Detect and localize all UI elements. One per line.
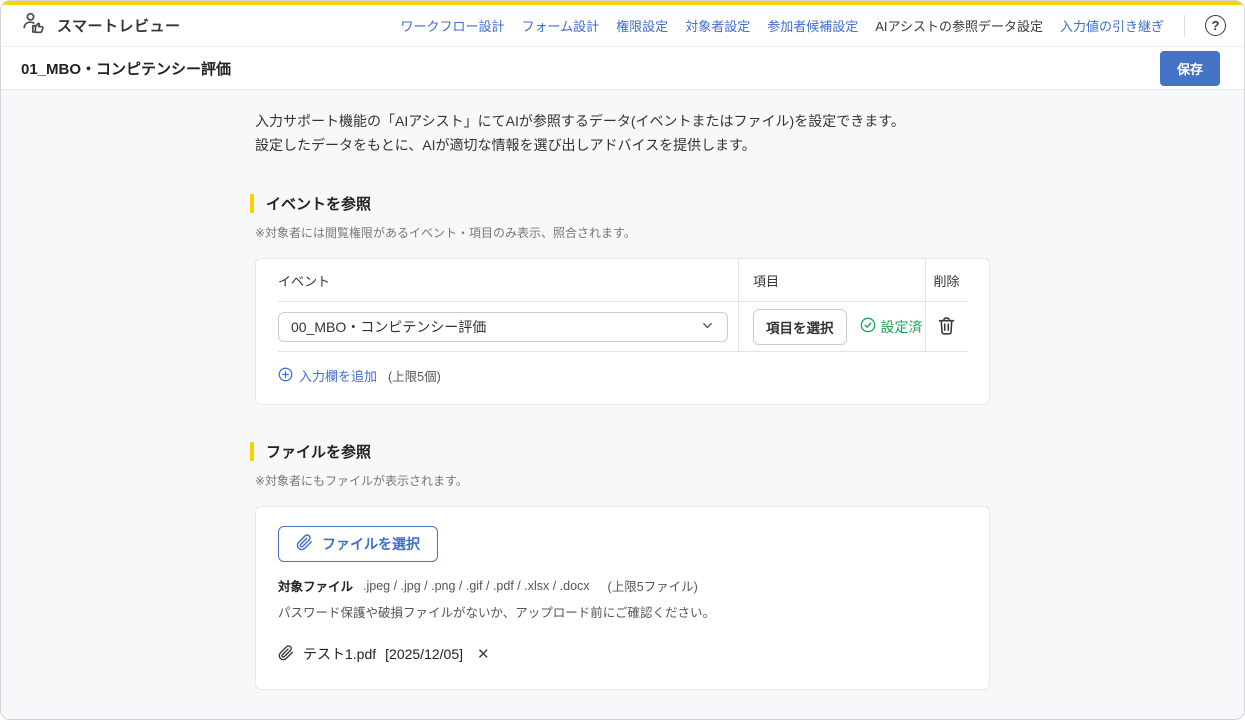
nav-permission-settings[interactable]: 権限設定 (616, 16, 668, 35)
allowed-extensions: .jpeg / .jpg / .png / .gif / .pdf / .xls… (363, 579, 590, 593)
file-reference-section: ファイルを参照 ※対象者にもファイルが表示されます。 ファイルを選択 対象ファイ… (255, 441, 990, 690)
uploaded-file-date: [2025/12/05] (385, 646, 463, 662)
nav-input-value-carryover[interactable]: 入力値の引き継ぎ (1060, 16, 1164, 35)
check-circle-icon (860, 317, 876, 336)
file-section-title: ファイルを参照 (266, 441, 371, 462)
nav-form-design[interactable]: フォーム設計 (522, 16, 600, 35)
event-select-value: 00_MBO・コンピテンシー評価 (291, 317, 486, 337)
file-warning-text: パスワード保護や破損ファイルがないか、アップロード前にご確認ください。 (278, 602, 967, 621)
nav-participant-candidate-settings[interactable]: 参加者候補設定 (767, 16, 858, 35)
status-badge: 設定済 (860, 317, 923, 337)
plus-circle-icon (278, 367, 293, 385)
event-cell: 00_MBO・コンピテンシー評価 (278, 302, 738, 351)
event-reference-section: イベントを参照 ※対象者には閲覧権限があるイベント・項目のみ表示、照合されます。… (255, 193, 990, 405)
file-types-line: 対象ファイル .jpeg / .jpg / .png / .gif / .pdf… (278, 576, 967, 595)
add-limit-text: (上限5個) (388, 366, 441, 385)
target-file-label: 対象ファイル (278, 576, 353, 595)
event-section-note: ※対象者には閲覧権限があるイベント・項目のみ表示、照合されます。 (255, 224, 990, 241)
remove-file-icon[interactable]: ✕ (477, 645, 490, 663)
uploaded-file-item: テスト1.pdf [2025/12/05] ✕ (278, 644, 967, 664)
status-label: 設定済 (881, 317, 923, 337)
file-limit-text: (上限5ファイル) (608, 576, 698, 595)
event-table-header: イベント 項目 削除 (278, 259, 967, 302)
column-header-item: 項目 (738, 259, 925, 301)
column-header-event: イベント (278, 259, 738, 301)
event-table-row: 00_MBO・コンピテンシー評価 項目を選択 (278, 302, 967, 352)
paperclip-icon (296, 534, 313, 554)
section-accent-bar (250, 194, 254, 213)
event-section-title: イベントを参照 (266, 193, 371, 214)
file-section-heading: ファイルを参照 (250, 441, 990, 462)
event-section-heading: イベントを参照 (250, 193, 990, 214)
add-row: 入力欄を追加 (上限5個) (278, 352, 967, 404)
event-card: イベント 項目 削除 00_MBO・コンピテンシー評価 (255, 258, 990, 405)
trash-icon (936, 315, 957, 339)
nav-target-settings[interactable]: 対象者設定 (685, 16, 750, 35)
section-accent-bar (250, 442, 254, 461)
brand: スマートレビュー (21, 11, 181, 40)
nav-ai-assist-reference-data-settings[interactable]: AIアシストの参照データ設定 (875, 16, 1043, 35)
uploaded-file-name: テスト1.pdf (303, 644, 376, 664)
help-icon[interactable]: ? (1205, 15, 1226, 36)
add-input-field-label: 入力欄を追加 (299, 366, 377, 385)
intro-text: 入力サポート機能の「AIアシスト」にてAIが参照するデータ(イベントまたはファイ… (255, 109, 990, 157)
add-input-field-link[interactable]: 入力欄を追加 (278, 366, 377, 385)
select-item-button[interactable]: 項目を選択 (753, 309, 847, 345)
item-cell: 項目を選択 設定済 (738, 302, 925, 351)
app-window: スマートレビュー ワークフロー設計 フォーム設計 権限設定 対象者設定 参加者候… (0, 0, 1245, 720)
app-title: スマートレビュー (57, 15, 181, 36)
main-content: 入力サポート機能の「AIアシスト」にてAIが参照するデータ(イベントまたはファイ… (1, 90, 1244, 720)
intro-line-1: 入力サポート機能の「AIアシスト」にてAIが参照するデータ(イベントまたはファイ… (255, 113, 905, 129)
paperclip-icon (278, 645, 294, 664)
delete-cell (925, 302, 967, 351)
app-header: スマートレビュー ワークフロー設計 フォーム設計 権限設定 対象者設定 参加者候… (1, 5, 1244, 47)
event-select-dropdown[interactable]: 00_MBO・コンピテンシー評価 (278, 312, 728, 342)
nav-divider (1184, 15, 1185, 37)
smart-review-logo-icon (21, 11, 47, 40)
delete-row-button[interactable] (936, 315, 957, 339)
page-title: 01_MBO・コンピテンシー評価 (21, 58, 231, 79)
top-nav: ワークフロー設計 フォーム設計 権限設定 対象者設定 参加者候補設定 AIアシス… (401, 15, 1226, 37)
file-card: ファイルを選択 対象ファイル .jpeg / .jpg / .png / .gi… (255, 506, 990, 690)
file-section-note: ※対象者にもファイルが表示されます。 (255, 472, 990, 489)
column-header-delete: 削除 (925, 259, 967, 301)
chevron-down-icon (700, 318, 715, 336)
file-select-button[interactable]: ファイルを選択 (278, 526, 438, 562)
intro-line-2: 設定したデータをもとに、AIが適切な情報を選び出しアドバイスを提供します。 (255, 137, 756, 153)
save-button[interactable]: 保存 (1160, 51, 1220, 86)
title-bar: 01_MBO・コンピテンシー評価 保存 (1, 47, 1244, 90)
nav-workflow-design[interactable]: ワークフロー設計 (401, 16, 505, 35)
file-select-label: ファイルを選択 (322, 534, 420, 554)
